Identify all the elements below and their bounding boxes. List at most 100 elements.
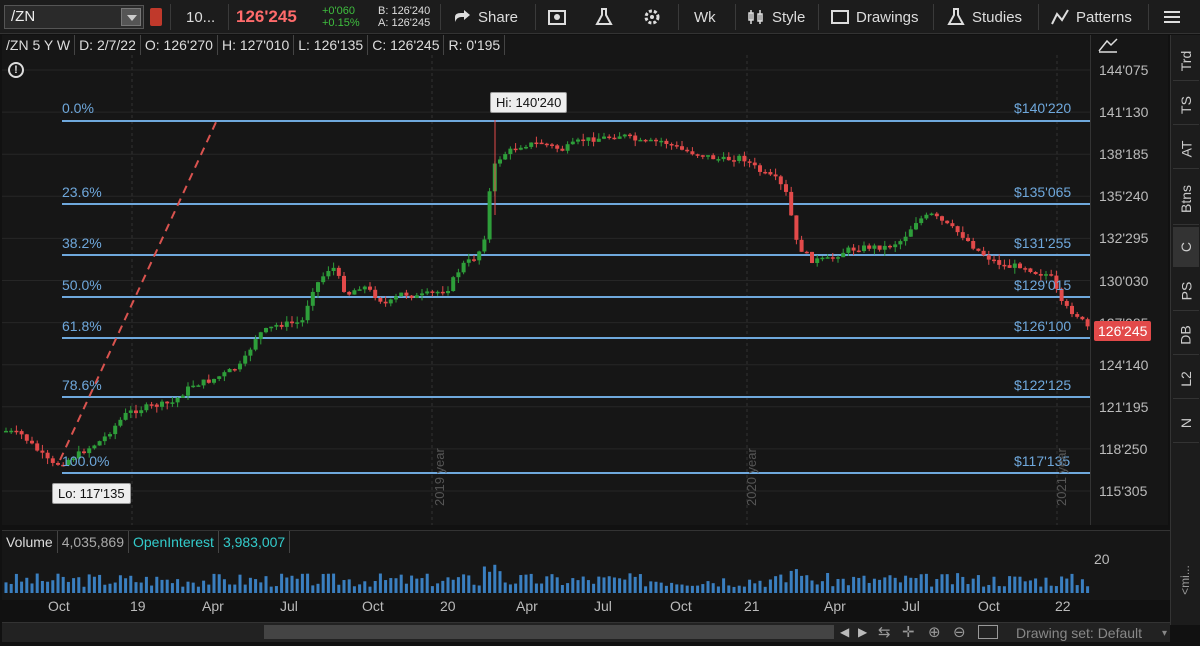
right-panel-tab[interactable]: C: [1173, 227, 1199, 267]
candle-body: [30, 440, 34, 444]
time-axis-label: 21: [744, 598, 760, 614]
info-date: D: 2/7/22: [75, 35, 141, 55]
candle-body: [165, 401, 170, 404]
volume-bar: [264, 576, 268, 593]
volume-bar: [820, 581, 824, 593]
right-panel-tab[interactable]: DB: [1173, 315, 1199, 355]
style-button[interactable]: Style: [746, 0, 805, 34]
volume-bar: [316, 583, 320, 593]
volume-bar: [836, 579, 840, 593]
scroll-thumb[interactable]: [264, 625, 834, 639]
right-panel-tab[interactable]: N: [1173, 403, 1199, 443]
volume-bar: [446, 577, 450, 593]
minimize-volume-button[interactable]: <mi...: [1172, 550, 1198, 610]
horizontal-scrollbar[interactable]: ◀ ▶ ⇆ ✛ ⊕ ⊖ Drawing set: Default ▾: [2, 622, 1170, 642]
drawings-button[interactable]: Drawings: [830, 0, 919, 34]
scroll-left-icon[interactable]: ◀: [840, 625, 849, 639]
zoom-in-icon[interactable]: ⊕: [928, 623, 941, 641]
drawing-set-dropdown-icon[interactable]: ▾: [1162, 628, 1167, 639]
price-axis-label: 121'195: [1099, 398, 1149, 415]
volume-bar: [139, 582, 143, 593]
share-button[interactable]: Share: [452, 0, 518, 34]
volume-bar: [40, 580, 44, 593]
candle-body: [654, 139, 658, 142]
volume-bar: [659, 582, 663, 593]
patterns-button[interactable]: Patterns: [1050, 0, 1132, 34]
candle-body: [144, 404, 149, 411]
volume-bar: [1049, 585, 1053, 593]
fib-percent-label: 0.0%: [62, 100, 94, 116]
camera-icon: [547, 8, 567, 26]
volume-bar: [872, 578, 876, 593]
flask-button[interactable]: [594, 0, 620, 34]
alert-icon[interactable]: [150, 8, 162, 26]
candle-body: [591, 137, 596, 142]
right-panel-tab[interactable]: L2: [1173, 359, 1199, 399]
candle-body: [154, 404, 159, 407]
candle-body: [846, 247, 851, 253]
right-panel-tab-label: L2: [1177, 370, 1194, 387]
pan-icon[interactable]: ⇆: [878, 623, 891, 641]
style-label: Style: [772, 8, 806, 26]
volume-bar: [482, 566, 486, 593]
chevron-down-icon[interactable]: [121, 8, 141, 26]
volume-bar: [956, 573, 960, 593]
volume-bar: [555, 577, 559, 593]
volume-bar: [878, 579, 882, 593]
volume-bar: [170, 583, 174, 593]
chart-info-bar: /ZN 5 Y W D: 2/7/22 O: 126'270 H: 127'01…: [2, 35, 506, 55]
volume-bar: [113, 582, 117, 593]
volume-bar: [784, 582, 788, 593]
axis-toggle-icon[interactable]: [1097, 37, 1119, 58]
volume-bar: [633, 576, 637, 593]
candle-body: [643, 139, 648, 142]
right-panel-tab[interactable]: Trd: [1173, 41, 1199, 81]
right-panel: Trd TS AT Btns C PS DB L2 N: [1170, 35, 1200, 625]
quantity-field[interactable]: 10...: [186, 0, 215, 34]
right-panel-tab-label: AT: [1177, 140, 1194, 157]
candle-body: [238, 363, 242, 370]
candle-body: [35, 443, 40, 451]
share-label: Share: [478, 8, 519, 26]
timeframe-button[interactable]: Wk: [694, 0, 716, 34]
candle-body: [446, 291, 450, 294]
right-panel-tab[interactable]: AT: [1173, 129, 1199, 169]
studies-button[interactable]: Studies: [946, 0, 1022, 34]
time-axis[interactable]: Oct 19 Apr Jul Oct 20 Apr Jul Oct 21 Apr Jul Oct 22: [2, 598, 1090, 620]
candle-body: [149, 404, 154, 406]
symbol-selector[interactable]: /ZN: [4, 5, 144, 29]
right-panel-tab[interactable]: TS: [1173, 85, 1199, 125]
candle-body: [451, 277, 456, 292]
volume-bar: [815, 584, 819, 593]
settings-button[interactable]: [642, 0, 668, 34]
right-panel-tab[interactable]: PS: [1173, 271, 1199, 311]
candle-body: [404, 292, 409, 296]
candle-body: [440, 291, 445, 294]
candle-body: [981, 250, 986, 256]
price-axis-label: 130'030: [1099, 272, 1149, 289]
volume-bar: [228, 584, 232, 593]
candle-body: [253, 339, 258, 350]
menu-button[interactable]: [1162, 0, 1188, 34]
volume-bar: [519, 575, 523, 593]
candle-body: [435, 291, 440, 294]
price-axis[interactable]: 144'075 141'130 138'185 135'240 132'295 130'0…: [1090, 35, 1168, 525]
volume-bar: [56, 573, 60, 593]
candle-body: [867, 245, 872, 249]
volume-bar: [358, 584, 362, 593]
volume-pane[interactable]: Volume 4,035,869 OpenInterest 3,983,007 …: [2, 530, 1170, 600]
zoom-out-icon[interactable]: ⊖: [953, 623, 966, 641]
volume-bar: [675, 584, 679, 593]
right-panel-tab[interactable]: Btns: [1173, 173, 1199, 225]
snapshot-button[interactable]: [547, 0, 573, 34]
volume-bar: [722, 578, 726, 593]
fit-icon[interactable]: [978, 625, 998, 639]
flask-icon: [946, 8, 966, 26]
scroll-right-icon[interactable]: ▶: [858, 625, 867, 639]
candle-body: [170, 402, 175, 404]
info-icon[interactable]: !: [8, 62, 24, 78]
volume-bar: [763, 586, 767, 593]
volume-bar: [425, 573, 429, 593]
crosshair-icon[interactable]: ✛: [902, 623, 915, 641]
volume-bar: [800, 575, 804, 593]
